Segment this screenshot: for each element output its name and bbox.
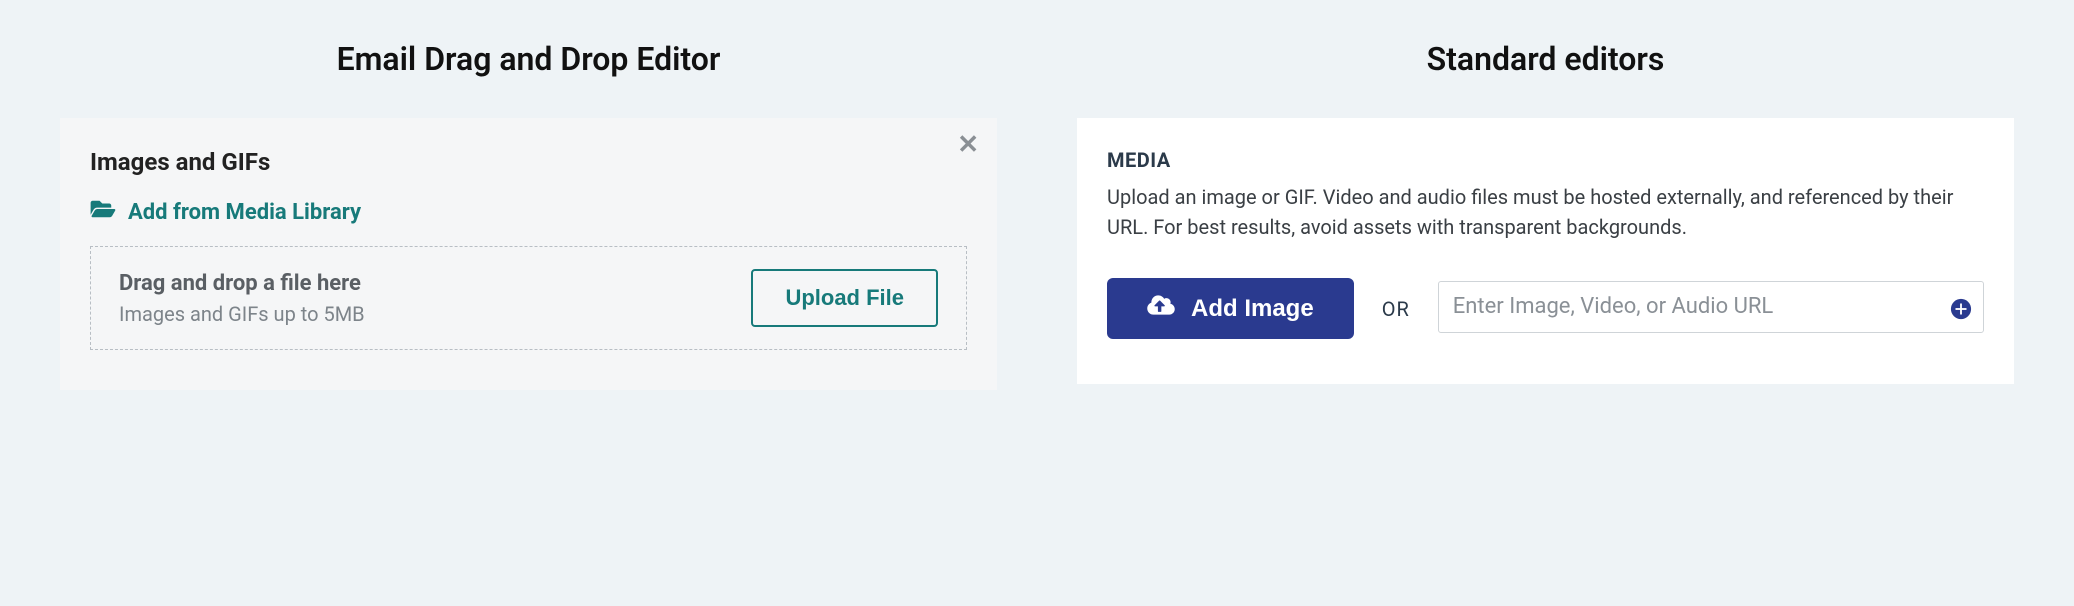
panel-title-images: Images and GIFs <box>90 148 967 176</box>
column-standard-editors: Standard editors MEDIA Upload an image o… <box>1077 40 2014 390</box>
file-dropzone[interactable]: Drag and drop a file here Images and GIF… <box>90 246 967 350</box>
cloud-upload-icon <box>1147 294 1175 323</box>
media-url-field-wrap <box>1438 281 1984 337</box>
folder-open-icon <box>90 198 116 226</box>
panel-description-media: Upload an image or GIF. Video and audio … <box>1107 182 1984 242</box>
add-url-icon[interactable] <box>1950 298 1972 320</box>
dropzone-text: Drag and drop a file here Images and GIF… <box>119 271 365 326</box>
dropzone-title: Drag and drop a file here <box>119 271 365 296</box>
add-image-button[interactable]: Add Image <box>1107 278 1354 339</box>
heading-standard-editors: Standard editors <box>1427 40 1665 78</box>
heading-drag-drop-editor: Email Drag and Drop Editor <box>337 40 721 78</box>
or-separator-label: OR <box>1382 297 1410 321</box>
panel-images-and-gifs: ✕ Images and GIFs Add from Media Library… <box>60 118 997 390</box>
close-icon[interactable]: ✕ <box>957 132 979 158</box>
add-from-media-library-link[interactable]: Add from Media Library <box>90 198 967 226</box>
panel-media: MEDIA Upload an image or GIF. Video and … <box>1077 118 2014 384</box>
media-input-row: Add Image OR <box>1107 278 1984 339</box>
column-drag-drop-editor: Email Drag and Drop Editor ✕ Images and … <box>60 40 997 390</box>
media-url-input[interactable] <box>1438 281 1984 333</box>
panel-title-media: MEDIA <box>1107 148 1984 172</box>
upload-file-button[interactable]: Upload File <box>751 269 938 327</box>
media-library-link-label: Add from Media Library <box>128 200 361 225</box>
add-image-button-label: Add Image <box>1191 295 1314 323</box>
dropzone-subtitle: Images and GIFs up to 5MB <box>119 302 365 326</box>
